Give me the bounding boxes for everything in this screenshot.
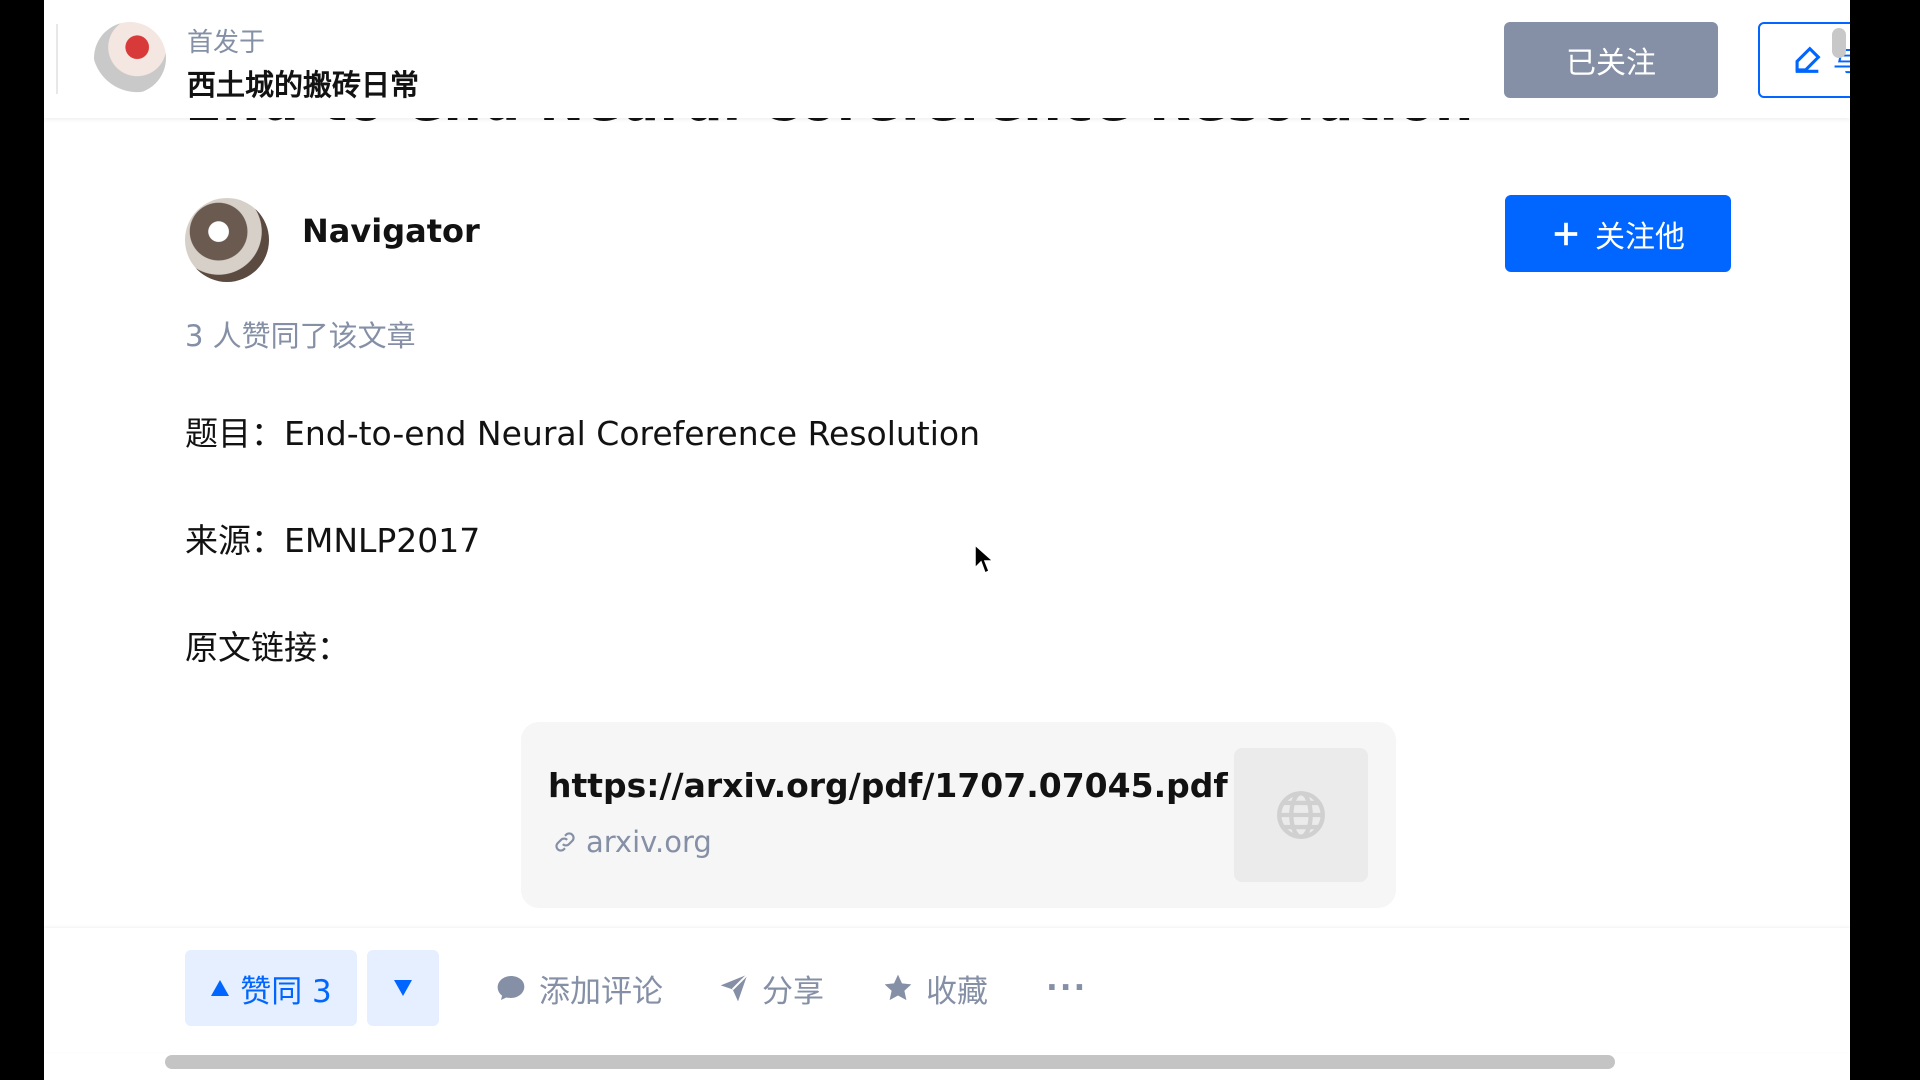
- paragraph-link-label: 原文链接：: [185, 628, 350, 667]
- share-button[interactable]: 分享: [718, 950, 824, 1026]
- link-card-thumbnail: [1234, 748, 1368, 882]
- paragraph-title: 题目：End-to-end Neural Coreference Resolut…: [185, 414, 980, 453]
- downvote-button[interactable]: [367, 950, 439, 1026]
- plus-icon: [1554, 222, 1578, 245]
- column-avatar[interactable]: [94, 22, 166, 94]
- likes-note[interactable]: 3 人赞同了该文章: [185, 313, 416, 355]
- follow-button-label: 关注他: [1595, 219, 1685, 255]
- article-page: End-to-end Neural Coreference Resolution…: [44, 0, 1850, 1080]
- author-avatar[interactable]: [185, 198, 269, 282]
- link-card-domain: arxiv.org: [552, 825, 712, 859]
- link-domain-text: arxiv.org: [586, 825, 712, 859]
- author-name[interactable]: Navigator: [302, 212, 480, 250]
- triangle-up-icon: [211, 980, 230, 996]
- article-action-bar: 赞同 3 添加评论 分享 收藏 ···: [44, 928, 1850, 1052]
- upvote-button[interactable]: 赞同 3: [185, 950, 357, 1026]
- mouse-cursor-icon: [974, 544, 995, 575]
- globe-icon: [1277, 791, 1325, 839]
- vertical-scrollbar-thumb[interactable]: [1832, 28, 1846, 58]
- header-divider: [56, 24, 58, 94]
- paragraph-source: 来源：EMNLP2017: [185, 521, 481, 560]
- link-card-url[interactable]: https://arxiv.org/pdf/1707.07045.pdf: [548, 766, 1228, 805]
- upvote-label: 赞同 3: [240, 973, 332, 1010]
- more-actions-button[interactable]: ···: [1046, 950, 1087, 1026]
- column-header: 首发于 西土城的搬砖日常 已关注 写: [44, 0, 1850, 118]
- comment-button[interactable]: 添加评论: [495, 950, 663, 1026]
- followed-button[interactable]: 已关注: [1504, 22, 1718, 98]
- column-name-link[interactable]: 西土城的搬砖日常: [187, 62, 419, 104]
- link-card[interactable]: https://arxiv.org/pdf/1707.07045.pdf arx…: [521, 722, 1396, 908]
- comment-icon: [497, 976, 525, 1000]
- favorite-label: 收藏: [926, 973, 988, 1010]
- comment-label: 添加评论: [539, 973, 663, 1010]
- edit-icon: [1795, 46, 1821, 73]
- triangle-down-icon: [394, 980, 412, 996]
- link-icon: [555, 832, 575, 852]
- horizontal-scrollbar-thumb[interactable]: [165, 1055, 1615, 1069]
- paper-plane-icon: [720, 973, 749, 1002]
- favorite-button[interactable]: 收藏: [882, 950, 988, 1026]
- published-label: 首发于: [187, 28, 266, 58]
- star-icon: [884, 974, 912, 1001]
- follow-author-button[interactable]: 关注他: [1505, 195, 1731, 272]
- share-label: 分享: [762, 973, 824, 1010]
